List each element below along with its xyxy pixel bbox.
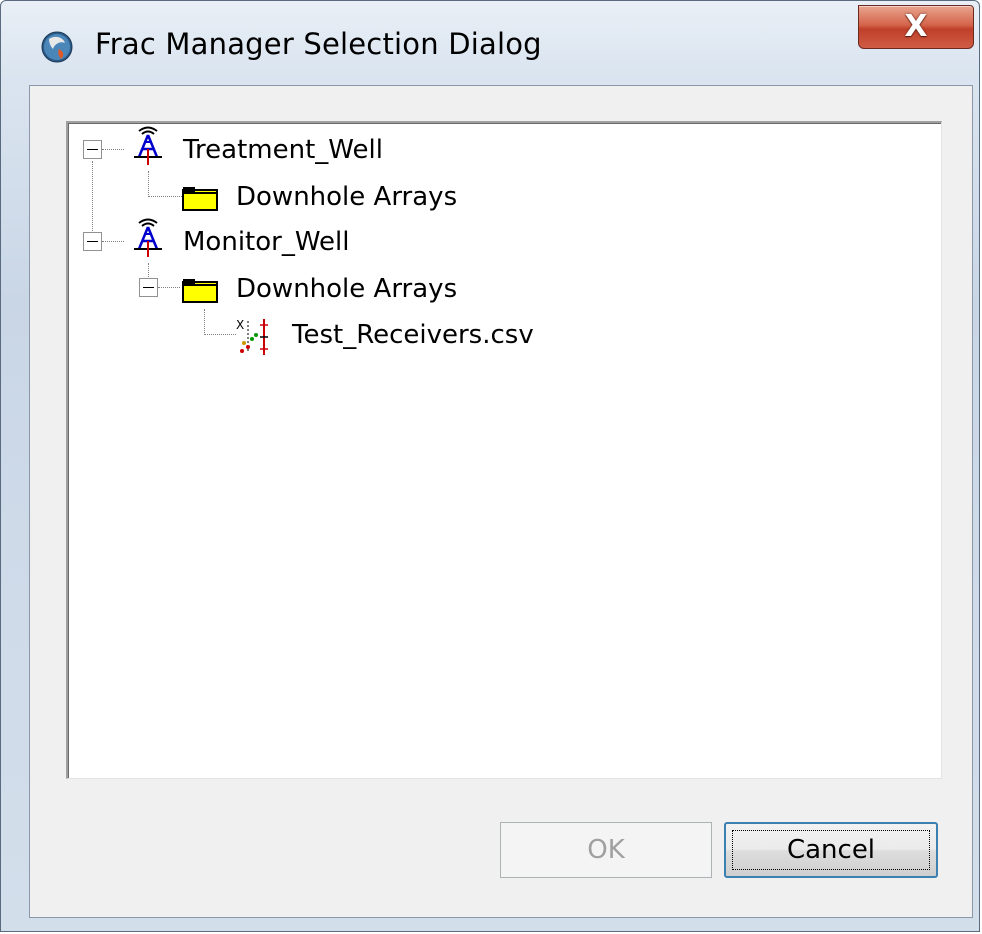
svg-text:X: X bbox=[236, 318, 244, 332]
tree-node-downhole-arrays[interactable]: Downhole Arrays bbox=[236, 269, 457, 309]
close-icon: X bbox=[904, 9, 928, 44]
tree-node-downhole-arrays[interactable]: Downhole Arrays bbox=[236, 177, 457, 217]
collapse-toggle[interactable] bbox=[139, 278, 158, 297]
collapse-toggle[interactable] bbox=[83, 140, 102, 159]
tree-connector bbox=[204, 309, 205, 335]
well-tower-icon bbox=[134, 218, 162, 257]
tree-connector bbox=[102, 149, 124, 150]
ok-button[interactable]: OK bbox=[500, 822, 712, 878]
tree-node-label: Downhole Arrays bbox=[236, 182, 458, 212]
selection-tree[interactable]: Treatment_Well Downhole Arrays Monitor_W… bbox=[66, 121, 942, 779]
tree-node-label: Test_Receivers.csv bbox=[292, 320, 534, 350]
folder-icon bbox=[182, 187, 218, 211]
tree-node-monitor-well[interactable]: Monitor_Well bbox=[183, 222, 349, 262]
title-bar[interactable]: Frac Manager Selection Dialog X bbox=[1, 1, 979, 81]
well-tower-icon bbox=[134, 126, 162, 165]
collapse-toggle[interactable] bbox=[83, 232, 102, 251]
tree-connector bbox=[92, 161, 93, 233]
tree-connector bbox=[148, 196, 182, 197]
tree-node-treatment-well[interactable]: Treatment_Well bbox=[183, 130, 383, 170]
app-globe-icon bbox=[41, 31, 73, 63]
ok-button-label: OK bbox=[587, 835, 625, 865]
window-title: Frac Manager Selection Dialog bbox=[95, 27, 542, 61]
cancel-button-label: Cancel bbox=[786, 835, 876, 865]
tree-connector bbox=[148, 171, 149, 197]
tree-connector bbox=[148, 263, 149, 277]
dialog-window: Frac Manager Selection Dialog X Treatmen… bbox=[0, 0, 980, 932]
folder-icon bbox=[182, 279, 218, 303]
close-button[interactable]: X bbox=[858, 5, 974, 49]
tree-node-label: Monitor_Well bbox=[183, 227, 350, 257]
tree-connector bbox=[102, 241, 124, 242]
tree-connector bbox=[158, 287, 180, 288]
tree-node-label: Treatment_Well bbox=[183, 135, 383, 165]
receiver-array-icon: X bbox=[236, 318, 268, 355]
tree-connector bbox=[204, 334, 236, 335]
tree-node-test-receivers[interactable]: Test_Receivers.csv bbox=[292, 315, 534, 355]
cancel-button[interactable]: Cancel bbox=[724, 822, 938, 878]
tree-node-label: Downhole Arrays bbox=[236, 274, 458, 304]
dialog-client-area: Treatment_Well Downhole Arrays Monitor_W… bbox=[29, 85, 973, 918]
